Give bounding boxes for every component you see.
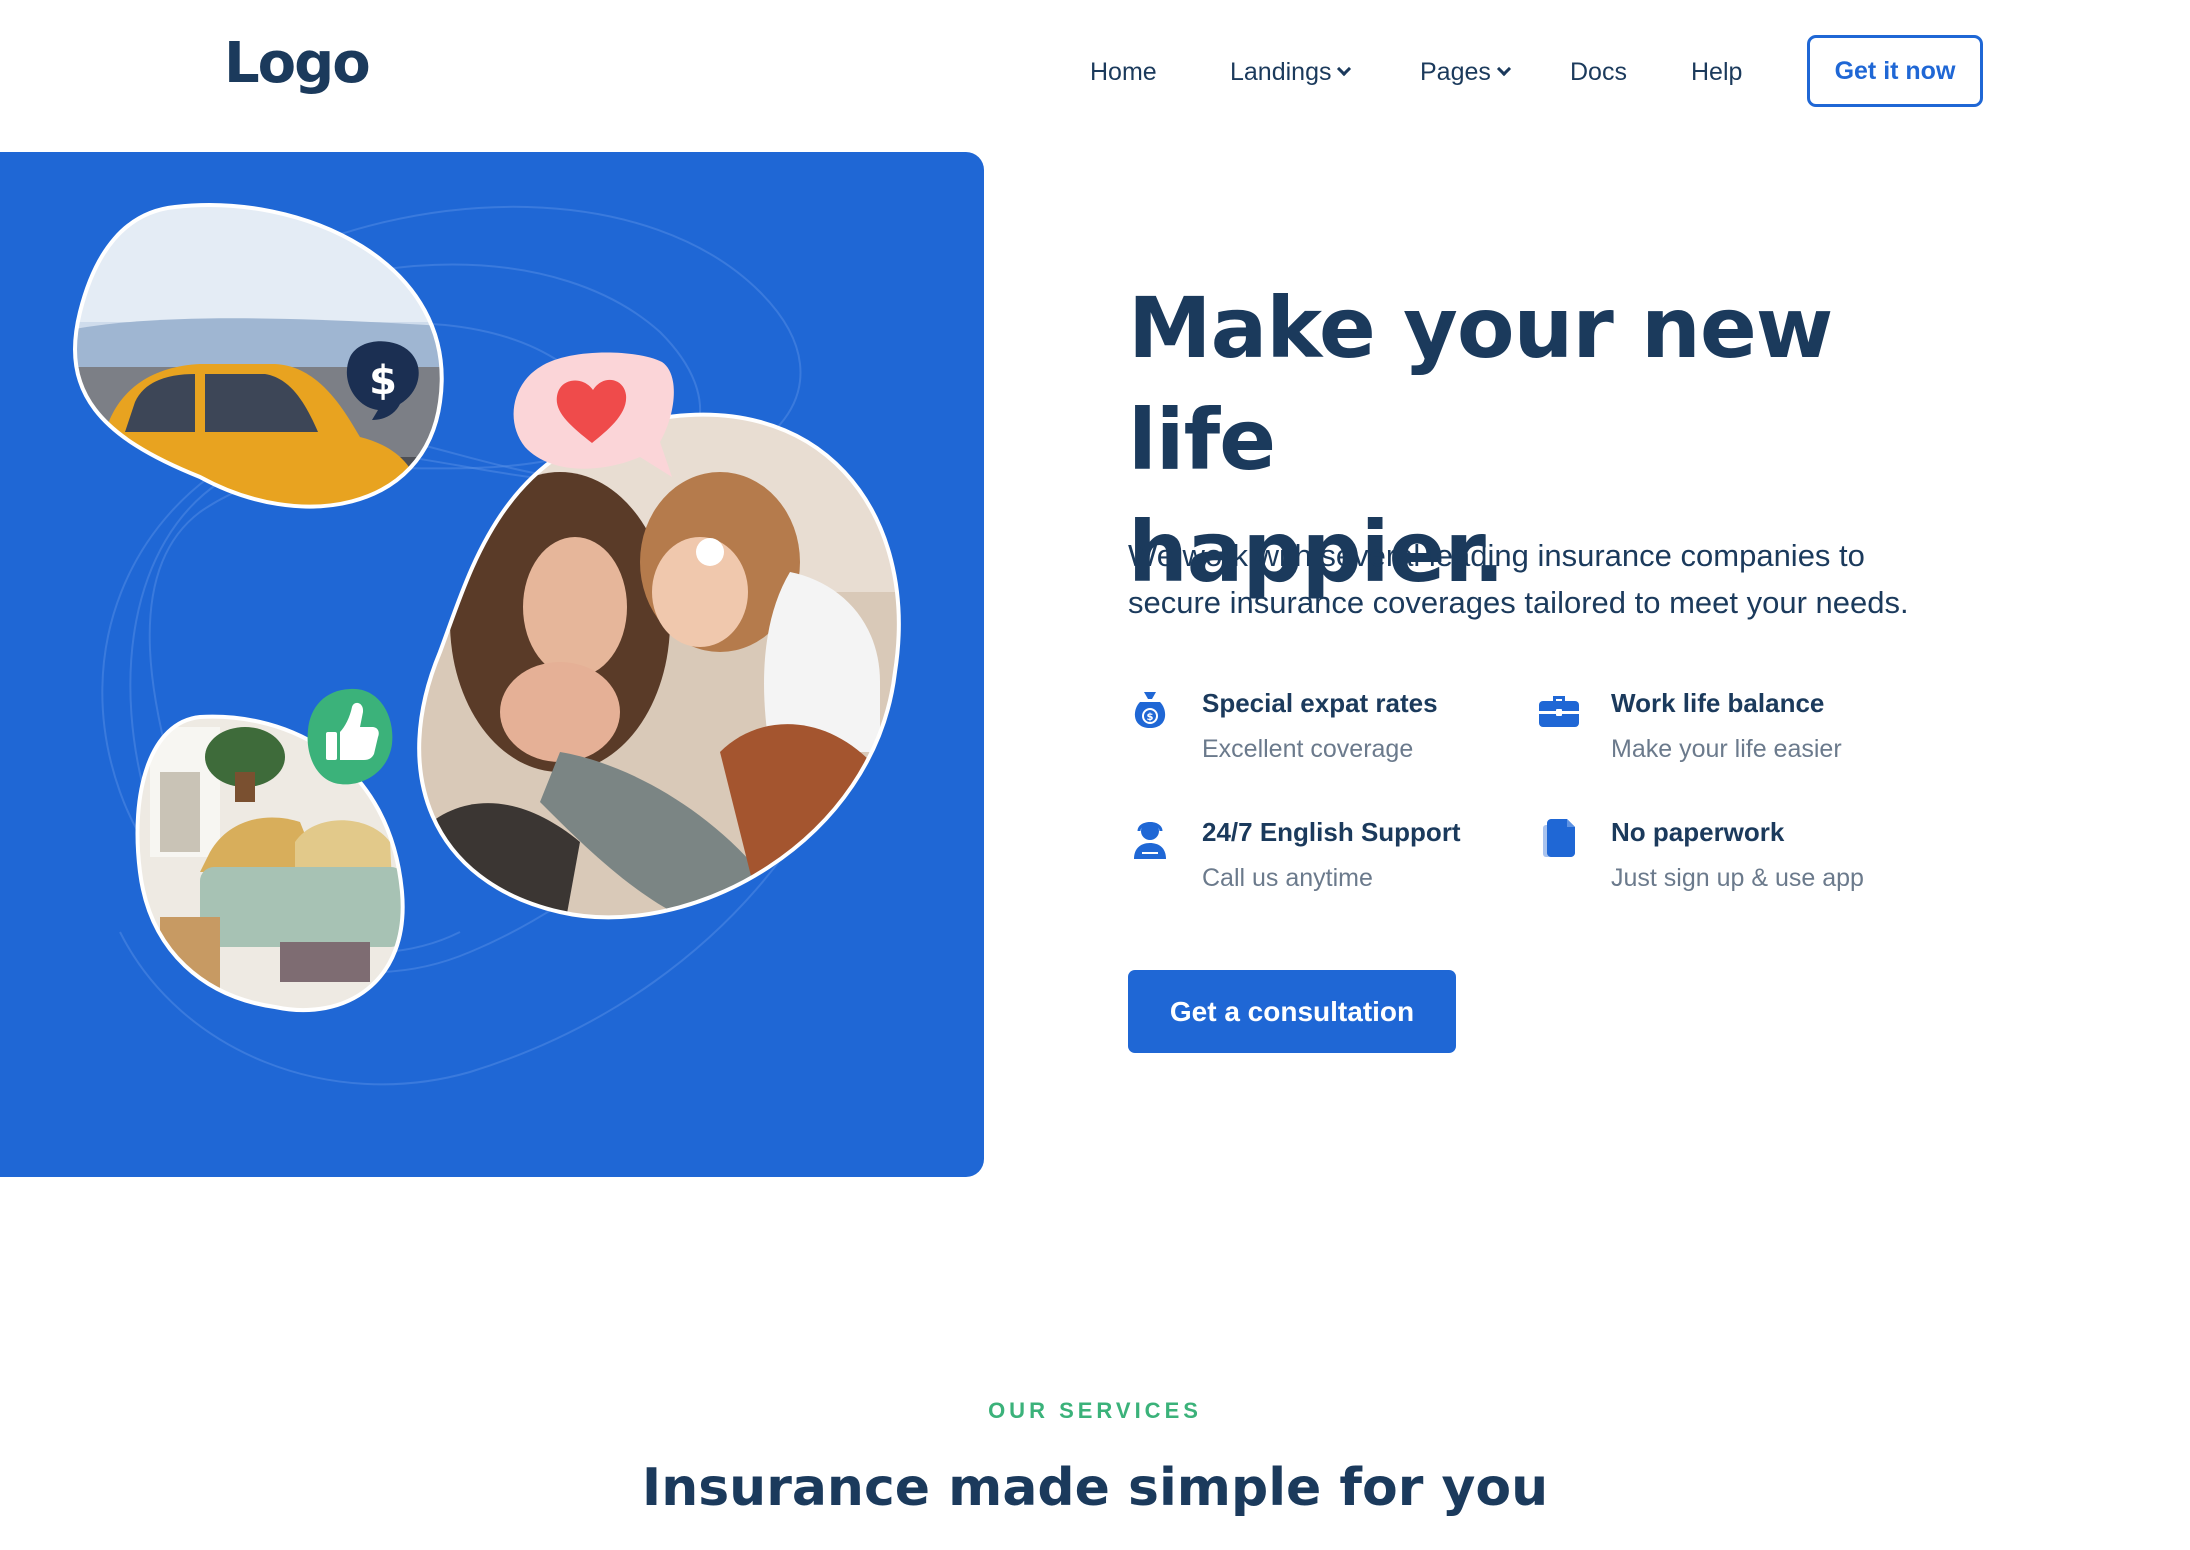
nav-label: Help [1691, 58, 1743, 86]
nav-item-docs[interactable]: Docs [1570, 52, 1627, 92]
nav-item-landings[interactable]: Landings [1230, 52, 1352, 92]
hero-subtitle-line: secure insurance coverages tailored to m… [1128, 585, 1909, 620]
money-bag-icon: $ [1134, 692, 1166, 728]
hero-subtitle-line: We work with several leading insurance c… [1128, 538, 1865, 573]
feature-subtitle: Excellent coverage [1202, 735, 1414, 763]
feature-title: Special expat rates [1202, 688, 1438, 718]
hero-subtitle: We work with several leading insurance c… [1128, 532, 2008, 626]
nav-label: Home [1090, 58, 1157, 86]
feature-title: Work life balance [1611, 688, 1825, 718]
briefcase-icon [1539, 696, 1579, 727]
support-agent-icon [1134, 822, 1166, 859]
hero-illustration-panel: $ [0, 152, 984, 1177]
hero-title-line: Make your new life [1128, 279, 1833, 489]
feature-title: No paperwork [1611, 817, 1785, 847]
nav-label: Pages [1420, 58, 1491, 86]
nav-label: Docs [1570, 58, 1627, 86]
feature-title: 24/7 English Support [1202, 817, 1461, 847]
get-consultation-button[interactable]: Get a consultation [1128, 970, 1456, 1053]
chevron-down-icon [1496, 61, 1511, 77]
services-eyebrow: OUR SERVICES [988, 1398, 1202, 1423]
nav-item-pages[interactable]: Pages [1420, 52, 1511, 92]
nav-label: Landings [1230, 58, 1332, 86]
document-icon [1543, 819, 1575, 857]
svg-text:$: $ [1147, 712, 1154, 723]
services-title: Insurance made simple for you [641, 1458, 1549, 1518]
heart-badge-icon [513, 352, 674, 477]
feature-subtitle: Just sign up & use app [1611, 864, 1864, 892]
nav-item-help[interactable]: Help [1691, 52, 1742, 92]
get-it-now-button[interactable]: Get it now [1807, 35, 1983, 107]
thumbs-up-badge-icon [307, 688, 393, 785]
nav-item-home[interactable]: Home [1090, 52, 1157, 92]
logo[interactable]: Logo [224, 36, 371, 92]
feature-subtitle: Make your life easier [1611, 735, 1842, 763]
dollar-sign: $ [369, 358, 397, 404]
hero-illustration: $ [73, 203, 901, 1086]
feature-subtitle: Call us anytime [1202, 864, 1373, 892]
chevron-down-icon [1337, 61, 1352, 77]
